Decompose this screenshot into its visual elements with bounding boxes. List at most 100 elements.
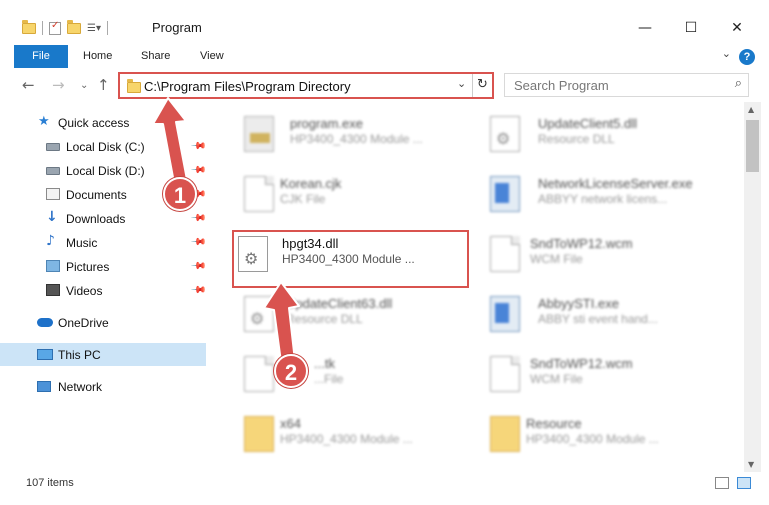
sidebar-item-label: Downloads — [66, 211, 126, 226]
file-item[interactable]: Korean.cjk CJK File — [234, 168, 474, 218]
window-title: Program — [152, 20, 202, 35]
file-item[interactable]: NetworkLicenseServer.exe ABBYY network l… — [480, 168, 720, 218]
folder-icon — [22, 19, 36, 34]
downloads-icon: ↓ — [46, 209, 58, 225]
recent-locations-icon[interactable]: ⌄ — [80, 80, 88, 91]
sidebar-item-pictures[interactable]: Pictures 📌 — [0, 255, 207, 278]
file-description: ABBYY network licens... — [538, 192, 668, 206]
sidebar-item-label: Pictures — [66, 259, 110, 274]
sidebar-item-this-pc[interactable]: This PC — [0, 343, 206, 366]
folder-icon — [127, 79, 141, 93]
back-icon[interactable]: ← — [22, 76, 35, 94]
file-description: Resource DLL — [538, 132, 615, 146]
scroll-up-icon[interactable]: ▲ — [748, 105, 754, 114]
sidebar-item-label: Videos — [66, 283, 103, 298]
onedrive-icon — [37, 318, 53, 327]
status-bar: 107 items — [0, 472, 769, 495]
maximize-button[interactable]: ☐ — [668, 14, 714, 42]
file-item[interactable]: ...tk ...File — [234, 348, 474, 398]
drive-icon — [46, 143, 60, 151]
file-description: ...File — [314, 372, 344, 386]
title-bar: ☰▾ Program — ☐ ✕ — [0, 0, 769, 42]
pin-icon[interactable]: 📌 — [190, 258, 207, 275]
file-item[interactable]: SndToWP12.wcm WCM File — [480, 228, 720, 278]
divider — [42, 21, 43, 35]
file-item[interactable]: ⚙ UpdateClient5.dll Resource DLL — [480, 108, 720, 158]
file-name: SndToWP12.wcm — [530, 236, 633, 251]
page-icon — [490, 356, 520, 392]
sidebar-item-label: This PC — [58, 347, 101, 362]
file-item[interactable]: Resource HP3400_4300 Module ... — [480, 408, 720, 458]
forward-icon[interactable]: → — [52, 76, 65, 94]
sidebar-item-onedrive[interactable]: OneDrive — [0, 311, 206, 334]
file-name: program.exe — [290, 116, 363, 131]
file-item[interactable]: program.exe HP3400_4300 Module ... — [234, 108, 474, 158]
file-item[interactable]: SndToWP12.wcm WCM File — [480, 348, 720, 398]
sidebar-item-network[interactable]: Network — [0, 375, 206, 398]
file-name: x64 — [280, 416, 301, 431]
help-icon[interactable]: ? — [739, 49, 755, 65]
search-input[interactable] — [505, 74, 715, 96]
sidebar-item-label: Music — [66, 235, 98, 250]
scroll-thumb[interactable] — [746, 120, 759, 172]
sidebar-item-music[interactable]: ♪ Music 📌 — [0, 231, 207, 254]
tab-home[interactable]: Home — [73, 45, 122, 68]
navigation-pane: ★ Quick access Local Disk (C:) 📌 Local D… — [0, 108, 210, 468]
pictures-icon — [46, 260, 60, 272]
search-icon[interactable]: ⌕ — [735, 76, 742, 91]
network-icon — [37, 381, 51, 392]
file-item[interactable]: ⚙ UpdateClient63.dll Resource DLL — [234, 288, 474, 338]
divider — [106, 21, 108, 35]
sidebar-item-label: Local Disk (C:) — [66, 139, 145, 154]
highlight-box — [232, 230, 469, 288]
item-count: 107 items — [26, 477, 74, 489]
quick-access-toolbar: ☰▾ — [22, 18, 108, 38]
file-name: AbbyySTI.exe — [538, 296, 619, 311]
sidebar-item-videos[interactable]: Videos 📌 — [0, 279, 207, 302]
file-description: WCM File — [530, 252, 583, 266]
file-name: UpdateClient5.dll — [538, 116, 638, 131]
sidebar-item-local-disk-c[interactable]: Local Disk (C:) 📌 — [0, 135, 207, 158]
pin-icon[interactable]: 📌 — [190, 162, 207, 179]
pin-icon[interactable]: 📌 — [190, 210, 207, 227]
details-view-icon[interactable] — [715, 477, 729, 489]
customize-toolbar-icon[interactable]: ☰▾ — [87, 23, 101, 34]
new-folder-icon[interactable] — [67, 19, 81, 34]
folder-icon — [244, 416, 274, 452]
minimize-button[interactable]: — — [622, 14, 668, 42]
file-description: CJK File — [280, 192, 326, 206]
up-icon[interactable]: ↑ — [97, 76, 110, 94]
refresh-icon[interactable]: ↻ — [472, 74, 492, 97]
address-bar[interactable]: C:\Program Files\Program Directory ⌄ ↻ — [118, 72, 494, 99]
file-name: ...tk — [314, 356, 335, 371]
file-name: UpdateClient63.dll — [286, 296, 393, 311]
star-icon: ★ — [38, 114, 50, 129]
expand-ribbon-icon[interactable]: ⌄ — [722, 47, 731, 60]
file-item[interactable]: x64 HP3400_4300 Module ... — [234, 408, 474, 458]
callout-1: 1 — [163, 177, 197, 211]
file-name: NetworkLicenseServer.exe — [538, 176, 693, 191]
exe-icon — [244, 116, 274, 152]
search-box[interactable]: ⌕ — [504, 73, 749, 97]
pin-icon[interactable]: 📌 — [190, 138, 207, 155]
file-item[interactable]: AbbyySTI.exe ABBY sti event hand... — [480, 288, 720, 338]
sidebar-item-quick-access[interactable]: ★ Quick access — [0, 111, 206, 134]
sidebar-item-label: Local Disk (D:) — [66, 163, 145, 178]
sidebar-item-label: Network — [58, 379, 103, 394]
chevron-down-icon[interactable]: ⌄ — [457, 77, 466, 90]
address-path[interactable]: C:\Program Files\Program Directory — [144, 79, 351, 94]
vertical-scrollbar[interactable]: ▲ ▼ — [744, 102, 761, 472]
scroll-down-icon[interactable]: ▼ — [748, 460, 754, 469]
close-button[interactable]: ✕ — [714, 14, 760, 42]
tab-share[interactable]: Share — [131, 45, 180, 68]
gear-page-icon: ⚙ — [244, 296, 274, 332]
music-icon: ♪ — [46, 233, 55, 249]
videos-icon — [46, 284, 60, 296]
tab-view[interactable]: View — [190, 45, 234, 68]
properties-icon[interactable] — [49, 20, 61, 35]
tab-file[interactable]: File — [14, 45, 68, 68]
pin-icon[interactable]: 📌 — [190, 234, 207, 251]
large-icons-view-icon[interactable] — [737, 477, 751, 489]
file-description: ABBY sti event hand... — [538, 312, 658, 326]
pin-icon[interactable]: 📌 — [190, 282, 207, 299]
